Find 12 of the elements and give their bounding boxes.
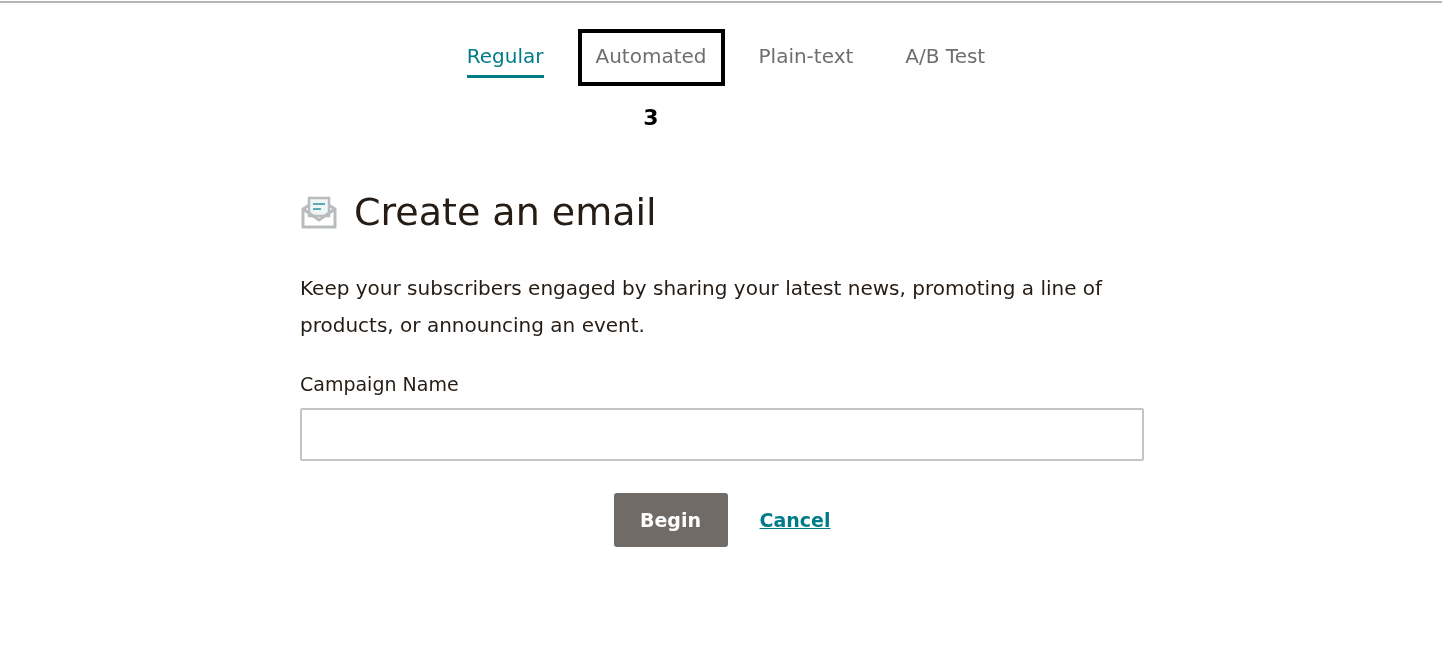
tab[interactable]: Regular	[448, 29, 562, 86]
begin-button[interactable]: Begin	[613, 493, 728, 548]
campaign-name-field[interactable]	[300, 408, 1144, 462]
field-label: Campaign Name	[300, 371, 460, 397]
tab[interactable]: Automated	[577, 29, 725, 86]
description-text: Keep your subscribers engaged by sharing your latest news, promoting a line of products, or announcing an event.	[300, 274, 1104, 339]
tab[interactable]: Plain-text	[740, 29, 872, 86]
envelope-icon	[300, 194, 338, 231]
callout-number: 3	[642, 104, 660, 132]
tab[interactable]: A/B Test	[887, 29, 1004, 86]
cancel-link[interactable]: Cancel	[759, 505, 831, 535]
page-title: Create an email	[354, 190, 657, 236]
